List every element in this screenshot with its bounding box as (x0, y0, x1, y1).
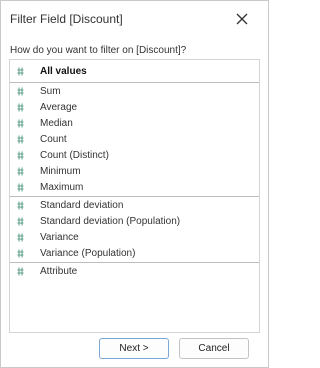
measure-hash-icon (17, 103, 24, 112)
option-separator (10, 262, 259, 263)
measure-hash-icon (17, 87, 24, 96)
option-standard-deviation-population[interactable]: Standard deviation (Population) (10, 214, 259, 230)
dialog-title: Filter Field [Discount] (10, 12, 123, 26)
option-label: Standard deviation (40, 200, 124, 211)
measure-hash-icon (17, 183, 24, 192)
measure-hash-icon (17, 119, 24, 128)
option-label: Standard deviation (Population) (40, 216, 181, 227)
dialog-title-bar: Filter Field [Discount] (1, 1, 268, 37)
next-button[interactable]: Next > (99, 338, 169, 359)
filter-field-dialog: Filter Field [Discount] How do you want … (0, 0, 269, 368)
measure-hash-icon (17, 167, 24, 176)
option-maximum[interactable]: Maximum (10, 180, 259, 196)
measure-hash-icon (17, 67, 24, 76)
filter-prompt: How do you want to filter on [Discount]? (10, 45, 187, 56)
option-label: Maximum (40, 182, 84, 193)
measure-hash-icon (17, 201, 24, 210)
option-variance-population[interactable]: Variance (Population) (10, 246, 259, 262)
measure-hash-icon (17, 151, 24, 160)
option-standard-deviation[interactable]: Standard deviation (10, 198, 259, 214)
option-separator (10, 196, 259, 197)
option-label: All values (40, 66, 87, 77)
option-sum[interactable]: Sum (10, 84, 259, 100)
cancel-button[interactable]: Cancel (179, 338, 249, 359)
option-variance[interactable]: Variance (10, 230, 259, 246)
option-label: Sum (40, 86, 61, 97)
option-label: Variance (40, 232, 79, 243)
option-count-distinct[interactable]: Count (Distinct) (10, 148, 259, 164)
option-median[interactable]: Median (10, 116, 259, 132)
option-label: Count (40, 134, 67, 145)
close-button[interactable] (232, 9, 252, 29)
option-minimum[interactable]: Minimum (10, 164, 259, 180)
option-attribute[interactable]: Attribute (10, 264, 259, 280)
option-label: Count (Distinct) (40, 150, 109, 161)
measure-hash-icon (17, 217, 24, 226)
option-label: Attribute (40, 266, 78, 277)
aggregation-options-list[interactable]: All values Sum Average Median Count Coun… (9, 59, 260, 333)
option-label: Minimum (40, 166, 81, 177)
option-all-values[interactable]: All values (10, 64, 259, 80)
option-separator (10, 82, 259, 83)
measure-hash-icon (17, 135, 24, 144)
option-label: Variance (Population) (40, 248, 136, 259)
option-average[interactable]: Average (10, 100, 259, 116)
option-count[interactable]: Count (10, 132, 259, 148)
measure-hash-icon (17, 267, 24, 276)
option-label: Median (40, 118, 73, 129)
measure-hash-icon (17, 249, 24, 258)
close-icon (236, 13, 248, 25)
measure-hash-icon (17, 233, 24, 242)
option-label: Average (40, 102, 78, 113)
